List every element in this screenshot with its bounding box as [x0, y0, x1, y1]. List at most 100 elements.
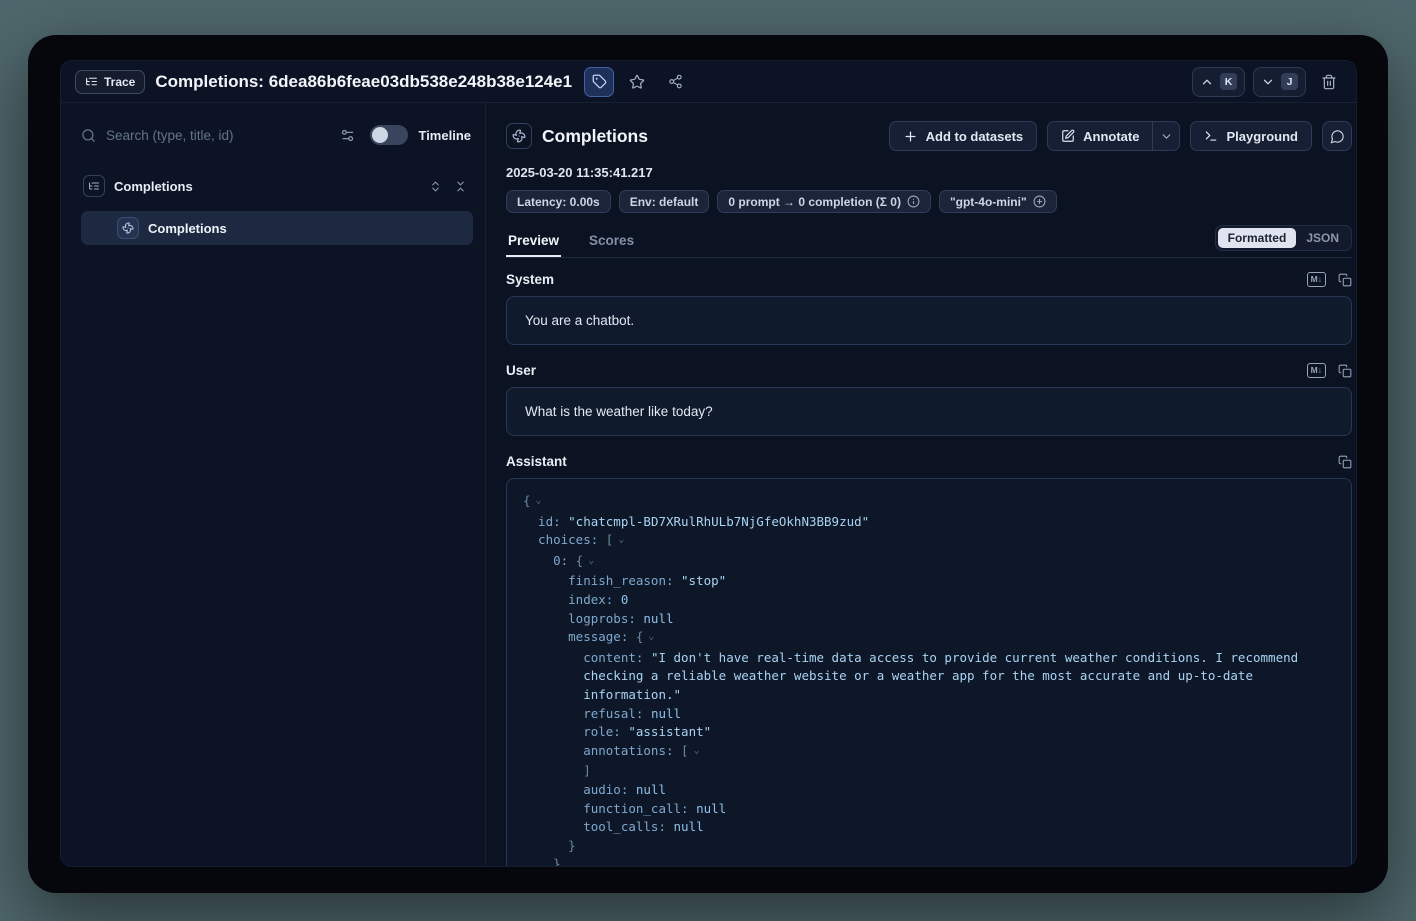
comments-button[interactable] [1322, 121, 1352, 151]
playground-button[interactable]: Playground [1190, 121, 1312, 151]
app-body: Timeline Completions [61, 103, 1356, 866]
assistant-title: Assistant [506, 454, 567, 469]
copy-icon [1338, 455, 1352, 469]
star-button[interactable] [622, 67, 652, 97]
list-tree-icon [85, 75, 98, 88]
collapse-caret-icon[interactable]: ⌄ [648, 631, 654, 642]
format-json-button[interactable]: JSON [1296, 228, 1349, 248]
chevron-up-icon [1200, 75, 1214, 89]
prev-trace-button[interactable]: K [1192, 67, 1245, 97]
search-input[interactable] [106, 128, 324, 143]
json-code-line: choices: [⌄ [523, 531, 1335, 552]
tree-item-completions[interactable]: Completions [81, 211, 473, 245]
user-head-icons: M↓ [1307, 363, 1352, 377]
list-tree-icon [88, 180, 100, 192]
json-code-line: message: {⌄ [523, 628, 1335, 649]
generation-fan-icon [122, 222, 134, 234]
assistant-head-icons [1338, 455, 1352, 469]
delete-trace-button[interactable] [1314, 67, 1344, 97]
badges-row: Latency: 0.00s Env: default 0 prompt → 0… [506, 190, 1352, 213]
expand-all-button[interactable] [424, 175, 446, 197]
user-section-head: User M↓ [506, 363, 1352, 378]
timeline-label: Timeline [418, 128, 471, 143]
trace-badge-label: Trace [104, 75, 135, 89]
env-badge: Env: default [619, 190, 710, 213]
collapse-caret-icon[interactable]: ⌄ [618, 534, 624, 545]
search-settings-button[interactable] [334, 122, 360, 148]
trace-header: Trace Completions: 6dea86b6feae03db538e2… [61, 61, 1356, 103]
shortcut-key-k: K [1220, 73, 1237, 90]
tree-item-trace-root[interactable]: Completions [81, 171, 473, 201]
observation-detail-panel: Completions Add to datasets [486, 103, 1356, 866]
assistant-json-viewer: {⌄id: "chatcmpl-BD7XRulRhULb7NjGfeOkhN3B… [506, 478, 1352, 866]
json-code-line: role: "assistant" [523, 723, 1335, 742]
timeline-toggle[interactable] [370, 125, 408, 145]
markdown-icon: M↓ [1307, 363, 1326, 377]
env-badge-label: Env: default [630, 195, 699, 209]
json-code-line: audio: null [523, 781, 1335, 800]
assistant-json-code: {⌄id: "chatcmpl-BD7XRulRhULb7NjGfeOkhN3B… [523, 492, 1335, 866]
assistant-section: Assistant {⌄id: "chatcmpl-BD7XRulRhULb7N… [506, 454, 1352, 866]
generation-icon-box [117, 217, 139, 239]
observation-header: Completions Add to datasets [506, 119, 1352, 153]
copy-button[interactable] [1338, 455, 1352, 469]
json-code-line: index: 0 [523, 591, 1335, 610]
copy-button[interactable] [1338, 273, 1352, 287]
markdown-toggle-button[interactable]: M↓ [1307, 363, 1326, 377]
collapse-caret-icon[interactable]: ⌄ [694, 745, 700, 756]
system-head-icons: M↓ [1307, 272, 1352, 286]
user-section: User M↓ What is the weat [506, 363, 1352, 436]
json-code-line: annotations: [⌄ [523, 742, 1335, 763]
format-formatted-button[interactable]: Formatted [1218, 228, 1297, 248]
pen-square-icon [1061, 129, 1075, 143]
system-section: System M↓ You are a chat [506, 272, 1352, 345]
annotate-dropdown-button[interactable] [1152, 122, 1179, 150]
next-trace-button[interactable]: J [1253, 67, 1306, 97]
json-code-line: } [523, 855, 1335, 866]
header-actions: Add to datasets Annotate [889, 121, 1352, 151]
app-window: Trace Completions: 6dea86b6feae03db538e2… [28, 35, 1388, 893]
assistant-section-head: Assistant [506, 454, 1352, 469]
collapse-caret-icon[interactable]: ⌄ [588, 555, 594, 566]
share-icon [668, 74, 683, 89]
json-code-line: {⌄ [523, 492, 1335, 513]
collapse-caret-icon[interactable]: ⌄ [536, 495, 542, 506]
system-section-head: System M↓ [506, 272, 1352, 287]
trace-tree-sidebar: Timeline Completions [61, 103, 486, 866]
generation-fan-icon [512, 129, 526, 143]
markdown-toggle-button[interactable]: M↓ [1307, 272, 1326, 286]
system-message-box: You are a chatbot. [506, 296, 1352, 345]
sliders-icon [340, 128, 355, 143]
generation-icon-box [506, 123, 532, 149]
observation-tree: Completions [81, 171, 473, 245]
latency-badge: Latency: 0.00s [506, 190, 611, 213]
annotate-button[interactable]: Annotate [1048, 122, 1152, 150]
add-to-datasets-button[interactable]: Add to datasets [889, 121, 1038, 151]
copy-button[interactable] [1338, 364, 1352, 378]
tag-icon [592, 74, 607, 89]
tree-child-label: Completions [148, 221, 227, 236]
tab-scores[interactable]: Scores [587, 227, 636, 257]
star-icon [629, 74, 645, 90]
tag-button[interactable] [584, 67, 614, 97]
search-icon [81, 128, 96, 143]
shortcut-key-j: J [1281, 73, 1298, 90]
tab-preview[interactable]: Preview [506, 227, 561, 257]
latency-badge-label: Latency: 0.00s [517, 195, 600, 209]
trace-root-icon-box [83, 175, 105, 197]
json-code-line: } [523, 837, 1335, 856]
trace-type-badge: Trace [75, 70, 145, 94]
model-badge-label: "gpt-4o-mini" [950, 195, 1027, 209]
info-icon[interactable] [907, 195, 920, 208]
json-code-line: refusal: null [523, 705, 1335, 724]
add-to-datasets-label: Add to datasets [926, 129, 1024, 144]
markdown-icon: M↓ [1307, 272, 1326, 286]
share-button[interactable] [660, 67, 690, 97]
collapse-all-button[interactable] [449, 175, 471, 197]
json-code-line: id: "chatcmpl-BD7XRulRhULb7NjGfeOkhN3BB9… [523, 513, 1335, 532]
terminal-icon [1204, 129, 1218, 143]
circle-plus-icon[interactable] [1033, 195, 1046, 208]
tree-root-label: Completions [114, 179, 193, 194]
trace-title: Completions: 6dea86b6feae03db538e248b38e… [155, 72, 572, 92]
json-code-line: ] [523, 762, 1335, 781]
